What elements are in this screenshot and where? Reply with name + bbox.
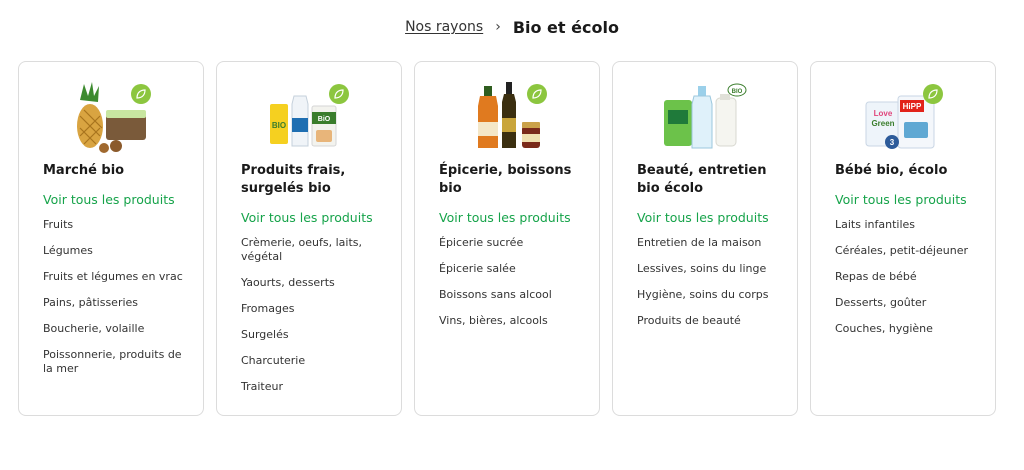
chevron-right-icon: › [495,19,501,35]
subcategory-link-hygiene[interactable]: Hygiène, soins du corps [637,282,787,308]
category-title[interactable]: Épicerie, boissons bio [439,162,589,198]
category-title[interactable]: Produits frais, surgelés bio [241,162,391,198]
subcategory-link-fruits-legumes-vrac[interactable]: Fruits et légumes en vrac [43,264,193,290]
subcategory-list: Crèmerie, oeufs, laits, végétal Yaourts,… [241,230,391,400]
organic-leaf-icon [527,84,547,104]
subcategory-link-boucherie-volaille[interactable]: Boucherie, volaille [43,316,193,342]
subcategory-list: Fruits Légumes Fruits et légumes en vrac… [43,212,193,382]
cleaning-products-icon[interactable]: BIO [660,82,750,154]
svg-text:3: 3 [890,138,895,147]
subcategory-link-traiteur[interactable]: Traiteur [241,374,391,400]
subcategory-link-fromages[interactable]: Fromages [241,296,391,322]
organic-leaf-icon [131,84,151,104]
subcategory-link-entretien-maison[interactable]: Entretien de la maison [637,230,787,256]
subcategory-list: Entretien de la maison Lessives, soins d… [637,230,787,334]
category-card-epicerie-boissons: Épicerie, boissons bio Voir tous les pro… [414,61,600,416]
svg-text:Love: Love [874,109,893,118]
category-title[interactable]: Beauté, entretien bio écolo [637,162,787,198]
breadcrumb-link-nos-rayons[interactable]: Nos rayons [405,19,483,35]
subcategory-link-epicerie-sucree[interactable]: Épicerie sucrée [439,230,589,256]
category-cards: Marché bio Voir tous les produits Fruits… [18,61,996,416]
category-card-produits-frais: BIO BiO Produits frais, surgelés bio Voi… [216,61,402,416]
subcategory-link-laits-infantiles[interactable]: Laits infantiles [835,212,985,238]
svg-text:HiPP: HiPP [903,102,922,111]
category-title[interactable]: Marché bio [43,162,193,180]
subcategory-link-couches-hygiene[interactable]: Couches, hygiène [835,316,985,342]
svg-text:BiO: BiO [318,116,331,123]
subcategory-link-fruits[interactable]: Fruits [43,212,193,238]
subcategory-link-pains-patisseries[interactable]: Pains, pâtisseries [43,290,193,316]
subcategory-link-poissonnerie[interactable]: Poissonnerie, produits de la mer [43,342,193,382]
subcategory-link-cereales[interactable]: Céréales, petit-déjeuner [835,238,985,264]
subcategory-link-cremerie[interactable]: Crèmerie, oeufs, laits, végétal [241,230,391,270]
subcategory-list: Laits infantiles Céréales, petit-déjeune… [835,212,985,342]
see-all-products-link[interactable]: Voir tous les produits [835,192,985,208]
see-all-products-link[interactable]: Voir tous les produits [241,210,391,226]
organic-leaf-icon [329,84,349,104]
page-title: Bio et écolo [512,17,619,37]
subcategory-list: Épicerie sucrée Épicerie salée Boissons … [439,230,589,334]
svg-text:BIO: BIO [732,89,743,95]
subcategory-link-repas-bebe[interactable]: Repas de bébé [835,264,985,290]
svg-text:BIO: BIO [272,121,286,130]
category-card-beaute-entretien: BIO Beauté, entretien bio écolo Voir tou… [612,61,798,416]
svg-text:Green: Green [871,119,894,128]
subcategory-link-boissons-sans-alcool[interactable]: Boissons sans alcool [439,282,589,308]
subcategory-link-surgeles[interactable]: Surgelés [241,322,391,348]
subcategory-link-charcuterie[interactable]: Charcuterie [241,348,391,374]
subcategory-link-produits-beaute[interactable]: Produits de beauté [637,308,787,334]
category-card-bebe-bio: Love Green HiPP 3 Bébé bio, écolo Voir t… [810,61,996,416]
subcategory-link-legumes[interactable]: Légumes [43,238,193,264]
breadcrumb: Nos rayons › Bio et écolo [0,15,1024,39]
see-all-products-link[interactable]: Voir tous les produits [439,210,589,226]
subcategory-link-vins-bieres-alcools[interactable]: Vins, bières, alcools [439,308,589,334]
subcategory-link-yaourts-desserts[interactable]: Yaourts, desserts [241,270,391,296]
see-all-products-link[interactable]: Voir tous les produits [43,192,193,208]
subcategory-link-lessives[interactable]: Lessives, soins du linge [637,256,787,282]
see-all-products-link[interactable]: Voir tous les produits [637,210,787,226]
category-card-marche-bio: Marché bio Voir tous les produits Fruits… [18,61,204,416]
organic-leaf-icon [923,84,943,104]
subcategory-link-epicerie-salee[interactable]: Épicerie salée [439,256,589,282]
subcategory-link-desserts-gouter[interactable]: Desserts, goûter [835,290,985,316]
category-title[interactable]: Bébé bio, écolo [835,162,985,180]
